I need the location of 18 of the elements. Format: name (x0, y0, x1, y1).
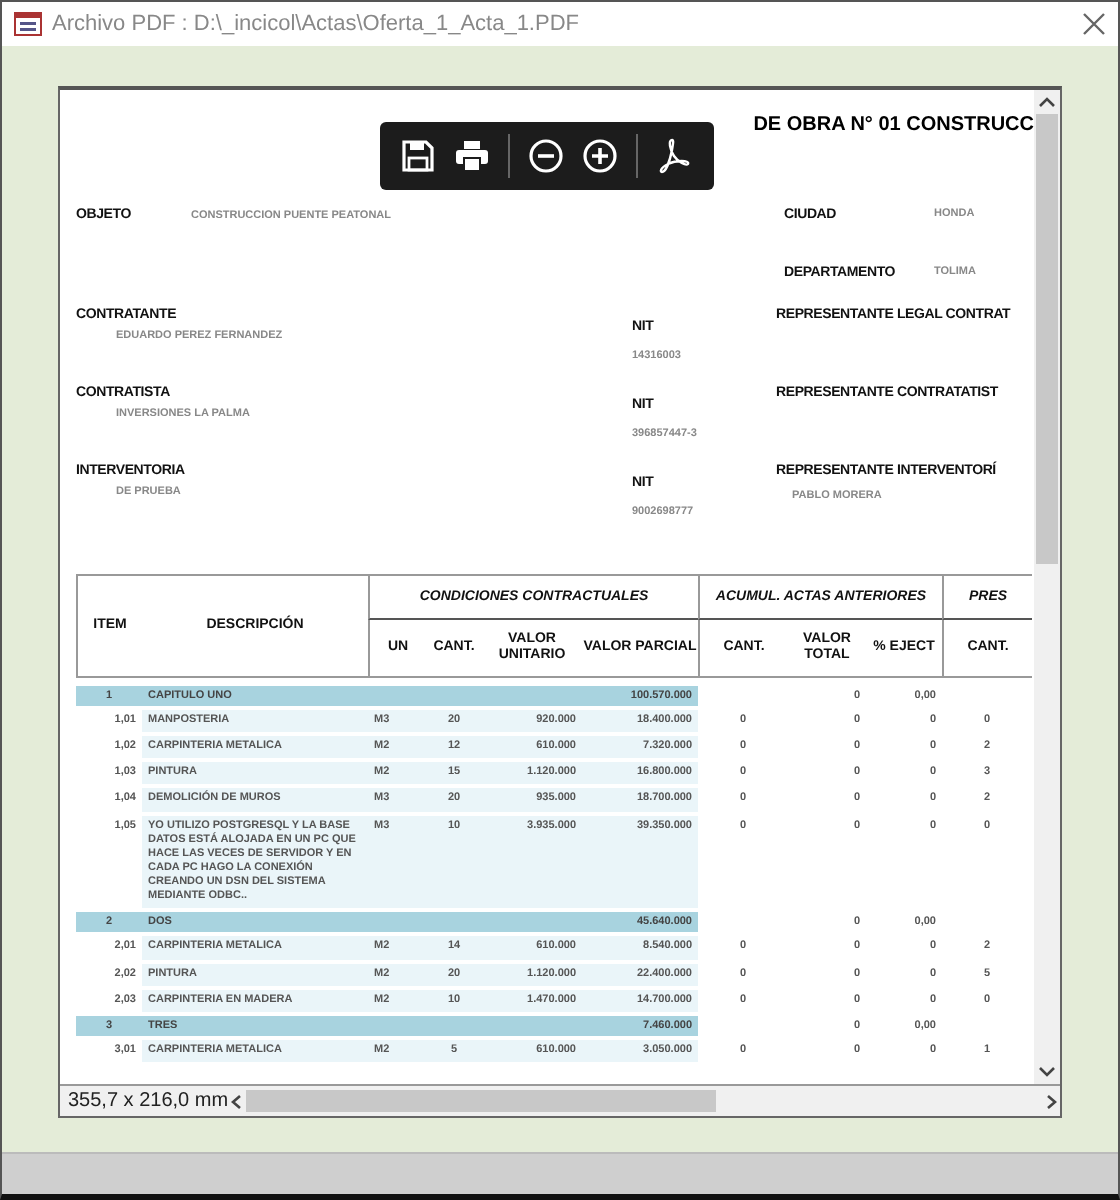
scroll-thumb[interactable] (1036, 114, 1058, 564)
report-title: DE OBRA N° 01 CONSTRUCC (753, 114, 1034, 136)
form-icon (14, 12, 42, 36)
horizontal-scrollbar[interactable] (228, 1086, 1060, 1116)
pdf-icon[interactable] (656, 138, 692, 174)
print-icon[interactable] (454, 138, 490, 174)
scroll-down-icon[interactable] (1038, 1064, 1056, 1080)
zoom-out-icon[interactable] (528, 138, 564, 174)
scroll-thumb[interactable] (246, 1090, 716, 1112)
scroll-up-icon[interactable] (1038, 94, 1056, 110)
save-icon[interactable] (400, 138, 436, 174)
window-title: Archivo PDF : D:\_incicol\Actas\Oferta_1_Acta_1.PDF (52, 12, 581, 36)
scroll-right-icon[interactable] (1042, 1093, 1060, 1109)
page-size-label: 355,7 x 216,0 mm (66, 1090, 228, 1112)
close-icon[interactable] (1082, 12, 1106, 36)
scroll-left-icon[interactable] (228, 1093, 246, 1109)
vertical-scrollbar[interactable] (1034, 90, 1060, 1084)
zoom-in-icon[interactable] (582, 138, 618, 174)
